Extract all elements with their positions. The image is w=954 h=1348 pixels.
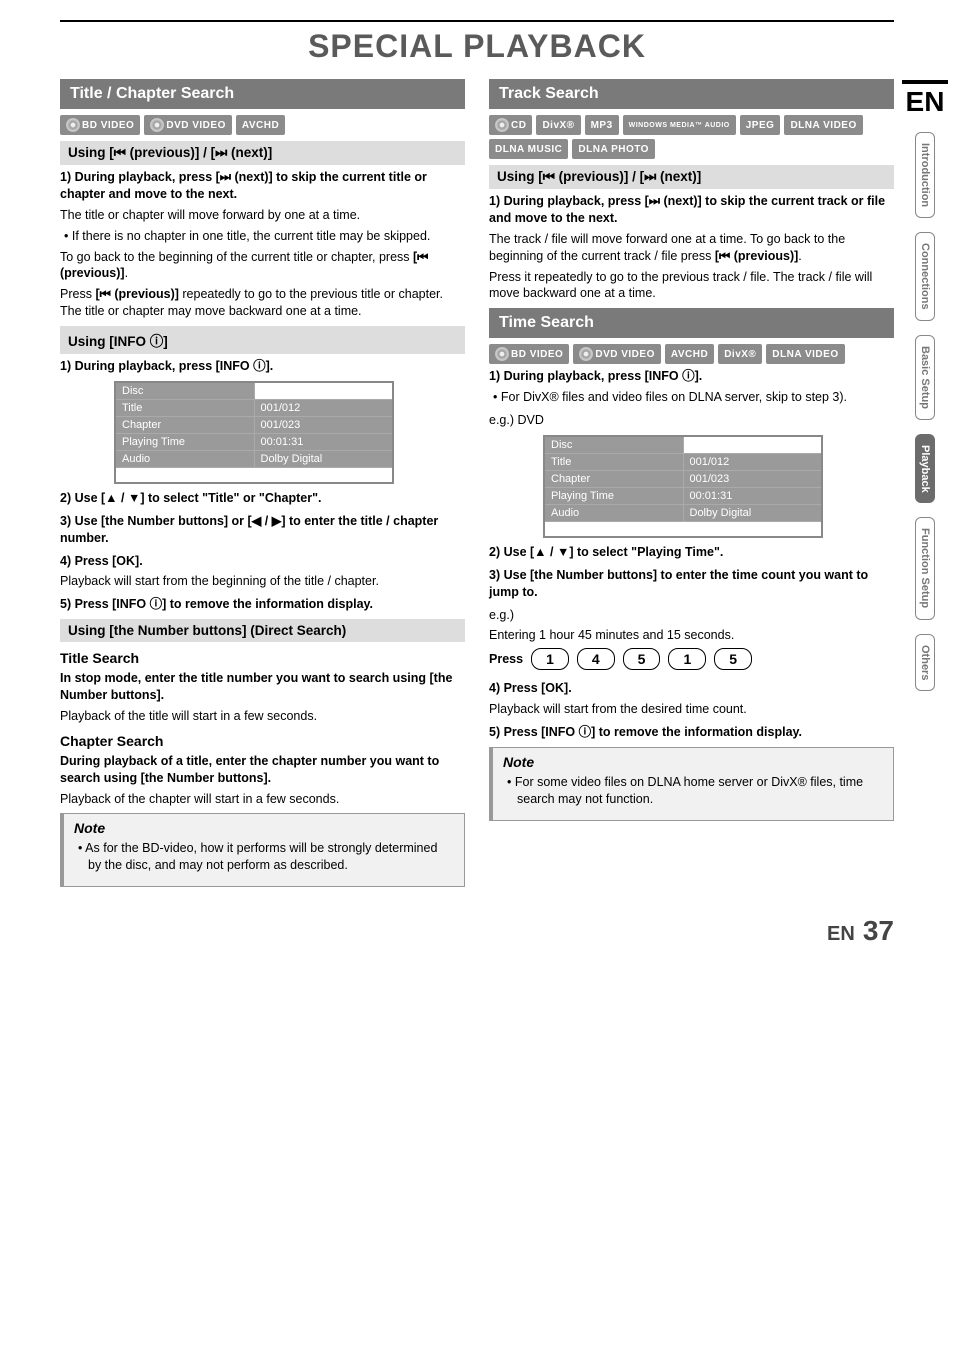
step1-p2: To go back to the beginning of the curre… [60,249,465,283]
press-row: Press 1 4 5 1 5 [489,648,894,670]
tab-playback[interactable]: Playback [915,434,935,504]
num-btn-5a: 5 [623,648,661,670]
t-step1: During playback, press [INFO ⓘ]. [504,369,703,383]
badge-dlna-video: DLNA VIDEO [784,115,862,135]
heading-time-search: Time Search [489,308,894,338]
title-search-bold: In stop mode, enter the title number you… [60,670,465,704]
num-btn-4: 4 [577,648,615,670]
title-search-text: Playback of the title will start in a fe… [60,708,465,725]
step1-bold: During playback, press [⏭ (next)] to ski… [60,170,427,201]
step1-p3: Press [⏮ (previous)] repeatedly to go to… [60,286,465,320]
r-step1-bold: During playback, press [⏭ (next)] to ski… [489,194,885,225]
info-table-right: Disc Title001/012 Chapter001/023 Playing… [543,435,823,538]
info-table-left: Disc Title001/012 Chapter001/023 Playing… [114,381,394,484]
subhead-using-info: Using [INFO ⓘ] [60,326,465,354]
t-step3: Use [the Number buttons] to enter the ti… [489,568,868,599]
badge-bd-video: BD VIDEO [60,115,140,135]
info-step4: Press [OK]. [75,554,143,568]
left-column: Title / Chapter Search BD VIDEO DVD VIDE… [60,75,465,887]
badge-bd-video-2: BD VIDEO [489,344,569,364]
eg-dvd: e.g.) DVD [489,412,894,429]
chapter-search-bold: During playback of a title, enter the ch… [60,753,465,787]
side-tabs: EN Introduction Connections Basic Setup … [896,80,954,691]
tab-connections[interactable]: Connections [915,232,935,321]
chapter-search-text: Playback of the chapter will start in a … [60,791,465,808]
r-step1-p1: The track / file will move forward one a… [489,231,894,265]
tab-introduction[interactable]: Introduction [915,132,935,218]
heading-title-chapter-search: Title / Chapter Search [60,79,465,109]
t-step5: Press [INFO ⓘ] to remove the information… [504,725,802,739]
t-step1-bullet: • For DivX® files and video files on DLN… [503,389,894,406]
step1-line1: The title or chapter will move forward b… [60,207,465,224]
badge-divx-2: DivX® [718,344,762,364]
r-step1-p2: Press it repeatedly to go to the previou… [489,269,894,303]
info-step3: Use [the Number buttons] or [◀ / ▶] to e… [60,514,438,545]
page-title: SPECIAL PLAYBACK [60,28,894,65]
badge-dlna-photo: DLNA PHOTO [572,139,655,159]
badges-title-chapter: BD VIDEO DVD VIDEO AVCHD [60,115,465,135]
chapter-search-heading: Chapter Search [60,733,465,749]
t-step2: Use [▲ / ▼] to select "Playing Time". [504,545,724,559]
badge-cd: CD [489,115,532,135]
title-search-heading: Title Search [60,650,465,666]
badge-avchd: AVCHD [236,115,285,135]
subhead-r-prev-next: Using [⏮ (previous)] / [⏭ (next)] [489,165,894,189]
heading-track-search: Track Search [489,79,894,109]
info-step5: Press [INFO ⓘ] to remove the information… [75,597,373,611]
badges-time: BD VIDEO DVD VIDEO AVCHD DivX® DLNA VIDE… [489,344,894,364]
tab-basic-setup[interactable]: Basic Setup [915,335,935,420]
page-footer: EN37 [0,907,954,961]
t-step4: Press [OK]. [504,681,572,695]
badge-dlna-music: DLNA MUSIC [489,139,568,159]
step1-bullet: • If there is no chapter in one title, t… [74,228,465,245]
subhead-prev-next: Using [⏮ (previous)] / [⏭ (next)] [60,141,465,165]
badge-avchd-2: AVCHD [665,344,714,364]
num-btn-1b: 1 [668,648,706,670]
tab-others[interactable]: Others [915,634,935,691]
eg2-line: Entering 1 hour 45 minutes and 15 second… [489,627,894,644]
badge-jpeg: JPEG [740,115,781,135]
subhead-direct-search: Using [the Number buttons] (Direct Searc… [60,619,465,642]
badge-divx: DivX® [536,115,580,135]
badge-dvd-video-2: DVD VIDEO [573,344,661,364]
badge-dvd-video: DVD VIDEO [144,115,232,135]
info-step1: During playback, press [INFO ⓘ]. [75,359,274,373]
info-step4-sub: Playback will start from the beginning o… [60,573,465,590]
t-step4-sub: Playback will start from the desired tim… [489,701,894,718]
right-column: Track Search CD DivX® MP3 WINDOWS MEDIA™… [489,75,894,887]
eg2: e.g.) [489,607,894,624]
note-left: Note • As for the BD-video, how it perfo… [60,813,465,887]
badge-wma: WINDOWS MEDIA™ AUDIO [623,115,736,135]
tab-function-setup[interactable]: Function Setup [915,517,935,619]
badges-track: CD DivX® MP3 WINDOWS MEDIA™ AUDIO JPEG D… [489,115,894,159]
num-btn-1a: 1 [531,648,569,670]
info-step2: Use [▲ / ▼] to select "Title" or "Chapte… [75,491,322,505]
badge-mp3: MP3 [585,115,619,135]
lang-tag: EN [902,80,948,118]
note-right: Note • For some video files on DLNA home… [489,747,894,821]
num-btn-5b: 5 [714,648,752,670]
badge-dlna-video-2: DLNA VIDEO [766,344,844,364]
